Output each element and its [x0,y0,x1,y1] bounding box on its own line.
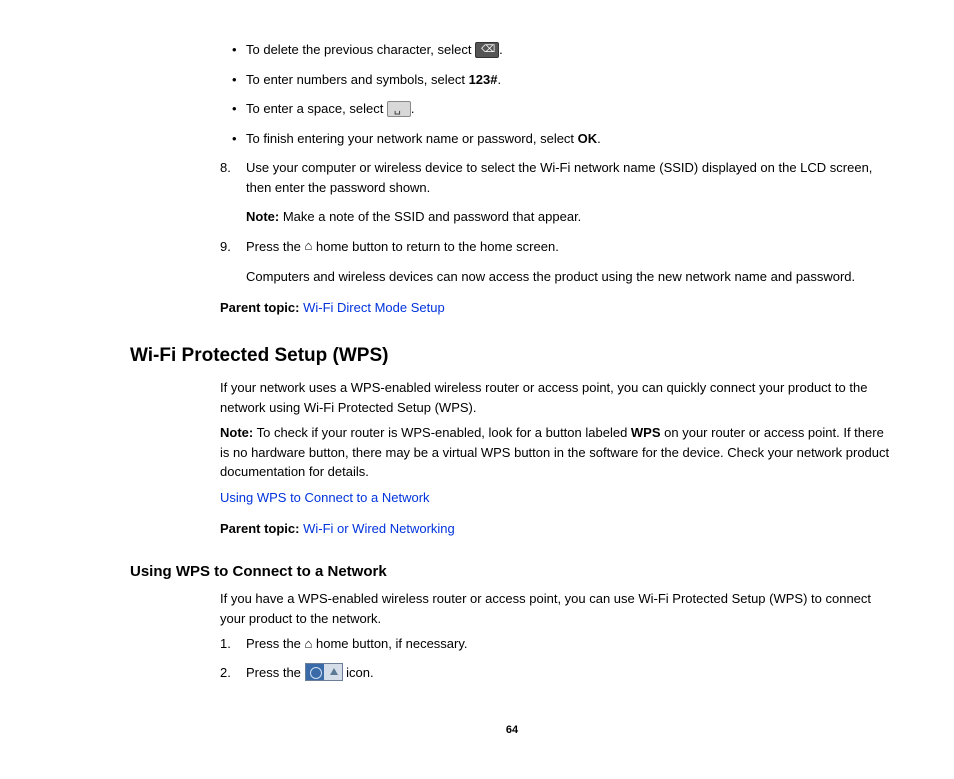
parent-topic-2: Parent topic: Wi-Fi or Wired Networking [220,519,894,539]
text: Use your computer or wireless device to … [246,160,872,195]
text: . [597,131,601,146]
tip-space: To enter a space, select . [246,99,894,119]
step-number: 1. [220,634,246,654]
step-number: 2. [220,663,246,683]
step-body: Press the ⌂ home button, if necessary. [246,634,894,654]
text: Press the [246,665,305,680]
step-9-sub: Computers and wireless devices can now a… [246,267,894,287]
step-number: 9. [220,237,246,257]
text: . [499,42,503,57]
home-icon: ⌂ [305,634,313,654]
parent-topic-label: Parent topic: [220,300,303,315]
text: To finish entering your network name or … [246,131,578,146]
note-text: Make a note of the SSID and password tha… [279,209,581,224]
step-8-note: Note: Make a note of the SSID and passwo… [246,207,894,227]
text: To delete the previous character, select [246,42,475,57]
text: To check if your router is WPS-enabled, … [253,425,631,440]
text: . [497,72,501,87]
wps-link-row: Using WPS to Connect to a Network [220,488,894,508]
page-number: 64 [130,722,894,739]
using-wps-intro: If you have a WPS-enabled wireless route… [220,589,894,628]
text: Press the [246,239,305,254]
note-label: Note: [220,425,253,440]
link-wifi-direct-mode-setup[interactable]: Wi-Fi Direct Mode Setup [303,300,445,315]
text: . [411,101,415,116]
note-label: Note: [246,209,279,224]
step-body: Use your computer or wireless device to … [246,158,894,197]
heading-using-wps: Using WPS to Connect to a Network [130,561,894,584]
text: Press the [246,636,305,651]
wps-intro: If your network uses a WPS-enabled wirel… [220,378,894,417]
network-status-icon [305,663,343,681]
tip-delete-char: To delete the previous character, select… [246,40,894,60]
link-wifi-or-wired-networking[interactable]: Wi-Fi or Wired Networking [303,521,455,536]
wps-note: Note: To check if your router is WPS-ena… [220,423,894,482]
text: home button to return to the home screen… [312,239,558,254]
using-wps-step-2: 2. Press the icon. [220,663,894,683]
step-8: 8. Use your computer or wireless device … [220,158,894,197]
using-wps-body: If you have a WPS-enabled wireless route… [220,589,894,682]
input-tips-list: To delete the previous character, select… [220,40,894,148]
parent-topic-1: Parent topic: Wi-Fi Direct Mode Setup [220,298,894,318]
step-body: Press the ⌂ home button to return to the… [246,237,894,257]
step-number: 8. [220,158,246,197]
space-key-icon [387,101,411,117]
link-using-wps[interactable]: Using WPS to Connect to a Network [220,490,430,505]
home-icon: ⌂ [305,236,313,256]
wps-body: If your network uses a WPS-enabled wirel… [220,378,894,539]
text: icon. [343,665,374,680]
label-wps: WPS [631,425,661,440]
parent-topic-label: Parent topic: [220,521,303,536]
text: home button, if necessary. [312,636,467,651]
label-ok: OK [578,131,598,146]
step-body: Press the icon. [246,663,894,683]
tip-finish-ok: To finish entering your network name or … [246,129,894,149]
tip-numbers-symbols: To enter numbers and symbols, select 123… [246,70,894,90]
text: To enter numbers and symbols, select [246,72,469,87]
backspace-key-icon [475,42,499,58]
continued-steps: To delete the previous character, select… [220,40,894,318]
step-9: 9. Press the ⌂ home button to return to … [220,237,894,257]
text: To enter a space, select [246,101,387,116]
using-wps-step-1: 1. Press the ⌂ home button, if necessary… [220,634,894,654]
heading-wps: Wi-Fi Protected Setup (WPS) [130,342,894,371]
label-123: 123# [469,72,498,87]
